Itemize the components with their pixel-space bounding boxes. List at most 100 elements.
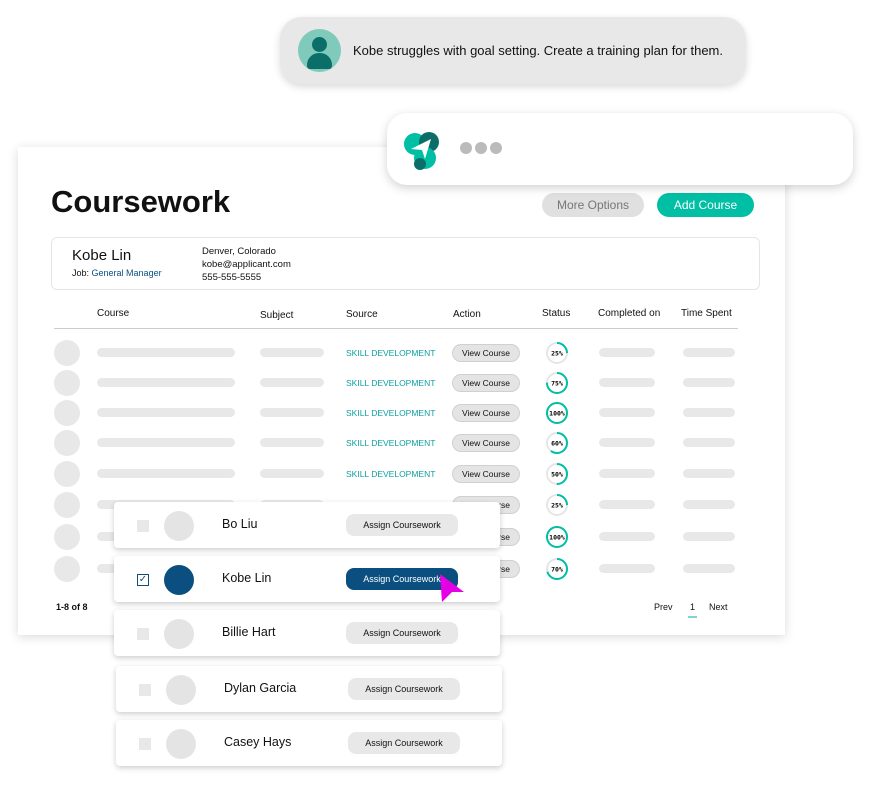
select-checkbox[interactable]: [139, 738, 151, 750]
view-course-button[interactable]: View Course: [452, 434, 520, 452]
profile-card: Kobe Lin Job: General Manager Denver, Co…: [51, 237, 760, 290]
status-label: 25%: [551, 349, 563, 357]
table-row: SKILL DEVELOPMENT View Course 60%: [18, 428, 785, 458]
row-avatar: [54, 524, 80, 550]
status-progress-ring: 50%: [546, 463, 568, 485]
time-spent-placeholder: [683, 500, 735, 509]
status-label: 100%: [549, 533, 565, 541]
completed-placeholder: [599, 500, 655, 509]
subject-placeholder: [260, 408, 324, 417]
select-checkbox[interactable]: [137, 520, 149, 532]
next-button[interactable]: Next: [709, 602, 728, 612]
course-placeholder: [97, 438, 235, 447]
status-progress-ring: 25%: [546, 494, 568, 516]
status-label: 70%: [551, 565, 563, 573]
header-source: Source: [346, 309, 378, 320]
assign-coursework-button[interactable]: Assign Coursework: [348, 732, 460, 754]
header-action: Action: [453, 309, 481, 320]
person-card: Billie Hart Assign Coursework: [114, 610, 500, 656]
view-course-button[interactable]: View Course: [452, 465, 520, 483]
profile-email: kobe@applicant.com: [202, 259, 291, 270]
cursor-icon: [440, 574, 464, 602]
page-title: Coursework: [51, 184, 231, 219]
completed-placeholder: [599, 438, 655, 447]
source-label: SKILL DEVELOPMENT: [346, 378, 436, 388]
table-row: SKILL DEVELOPMENT View Course 75%: [18, 368, 785, 398]
completed-placeholder: [599, 378, 655, 387]
table-row: SKILL DEVELOPMENT View Course 100%: [18, 398, 785, 428]
header-subject: Subject: [260, 310, 294, 321]
header-time-spent: Time Spent: [681, 308, 732, 319]
person-avatar: [164, 565, 194, 595]
person-name: Bo Liu: [222, 517, 258, 531]
user-message-bubble: Kobe struggles with goal setting. Create…: [280, 17, 746, 84]
view-course-button[interactable]: View Course: [452, 374, 520, 392]
source-label: SKILL DEVELOPMENT: [346, 438, 436, 448]
status-progress-ring: 60%: [546, 432, 568, 454]
assign-coursework-button[interactable]: Assign Coursework: [346, 514, 458, 536]
time-spent-placeholder: [683, 564, 735, 573]
person-name: Billie Hart: [222, 625, 276, 639]
person-name: Dylan Garcia: [224, 681, 297, 695]
person-avatar: [166, 675, 196, 705]
status-progress-ring: 100%: [546, 402, 568, 424]
profile-location: Denver, Colorado: [202, 246, 276, 257]
header-status: Status: [542, 308, 571, 319]
status-label: 50%: [551, 470, 563, 478]
select-checkbox[interactable]: [137, 628, 149, 640]
completed-placeholder: [599, 564, 655, 573]
header-divider: [54, 328, 738, 329]
person-avatar: [164, 511, 194, 541]
profile-phone: 555-555-5555: [202, 272, 262, 283]
pagination-range: 1-8 of 8: [56, 602, 88, 612]
user-avatar-icon: [298, 29, 341, 72]
profile-contact: Denver, Colorado kobe@applicant.com 555-…: [202, 245, 291, 284]
row-avatar: [54, 461, 80, 487]
more-options-button[interactable]: More Options: [542, 193, 644, 217]
subject-placeholder: [260, 438, 324, 447]
course-placeholder: [97, 378, 235, 387]
add-course-button[interactable]: Add Course: [657, 193, 754, 217]
user-message-text: Kobe struggles with goal setting. Create…: [353, 43, 723, 58]
profile-name: Kobe Lin: [72, 247, 132, 264]
person-card: Bo Liu Assign Coursework: [114, 502, 500, 548]
row-avatar: [54, 492, 80, 518]
source-label: SKILL DEVELOPMENT: [346, 348, 436, 358]
source-label: SKILL DEVELOPMENT: [346, 469, 436, 479]
person-avatar: [164, 619, 194, 649]
completed-placeholder: [599, 469, 655, 478]
time-spent-placeholder: [683, 378, 735, 387]
time-spent-placeholder: [683, 348, 735, 357]
time-spent-placeholder: [683, 408, 735, 417]
status-label: 60%: [551, 439, 563, 447]
bot-typing-bubble: [387, 113, 853, 185]
select-checkbox[interactable]: ✓: [137, 574, 149, 586]
time-spent-placeholder: [683, 438, 735, 447]
page-1-button[interactable]: 1: [688, 602, 698, 618]
assign-coursework-button[interactable]: Assign Coursework: [346, 622, 458, 644]
status-label: 25%: [551, 501, 563, 509]
table-row: SKILL DEVELOPMENT View Course 50%: [18, 459, 785, 489]
assign-coursework-button[interactable]: Assign Coursework: [348, 678, 460, 700]
select-checkbox[interactable]: [139, 684, 151, 696]
completed-placeholder: [599, 348, 655, 357]
job-link[interactable]: General Manager: [92, 268, 162, 278]
row-avatar: [54, 370, 80, 396]
row-avatar: [54, 400, 80, 426]
status-label: 100%: [549, 409, 565, 417]
subject-placeholder: [260, 348, 324, 357]
subject-placeholder: [260, 469, 324, 478]
status-progress-ring: 100%: [546, 526, 568, 548]
person-avatar: [166, 729, 196, 759]
header-completed: Completed on: [598, 308, 661, 319]
view-course-button[interactable]: View Course: [452, 344, 520, 362]
person-card: Casey Hays Assign Coursework: [116, 720, 502, 766]
person-name: Casey Hays: [224, 735, 292, 749]
person-card: Dylan Garcia Assign Coursework: [116, 666, 502, 712]
person-name: Kobe Lin: [222, 571, 272, 585]
view-course-button[interactable]: View Course: [452, 404, 520, 422]
course-placeholder: [97, 469, 235, 478]
completed-placeholder: [599, 408, 655, 417]
prev-button[interactable]: Prev: [654, 602, 673, 612]
row-avatar: [54, 556, 80, 582]
